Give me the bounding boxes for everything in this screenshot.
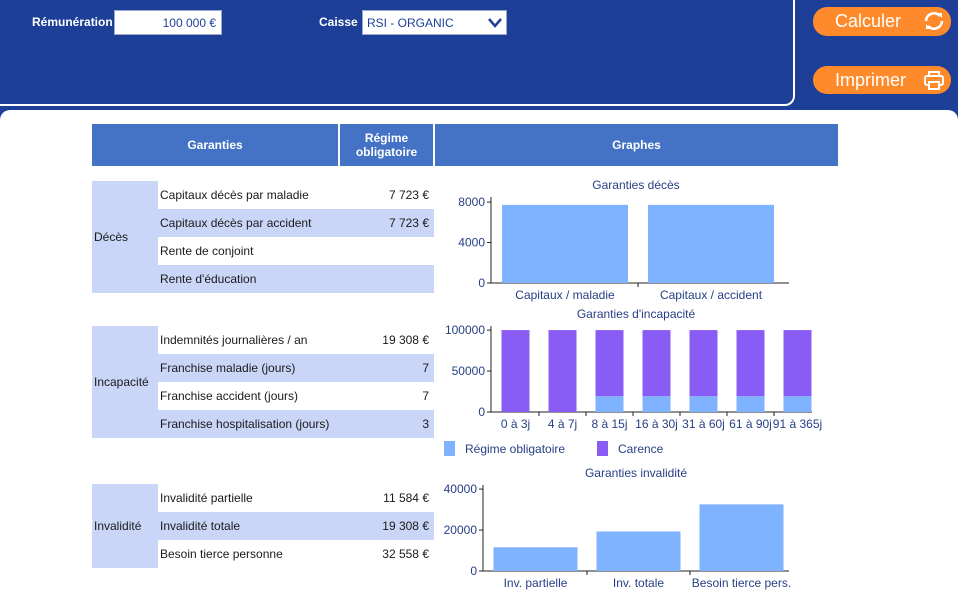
bar-carence (548, 330, 577, 412)
y-tick-label: 40000 (444, 482, 478, 496)
legend-label: Régime obligatoire (465, 442, 565, 456)
x-tick-label: Besoin tierce pers. (692, 576, 791, 590)
y-tick-label: 0 (478, 276, 485, 290)
bar-carence (736, 330, 765, 397)
y-tick-label: 0 (470, 564, 477, 578)
x-tick-label: Inv. totale (613, 576, 664, 590)
x-tick-label: 61 à 90j (729, 417, 772, 431)
x-tick-label: Capitaux / accident (660, 288, 763, 302)
bar-carence (689, 330, 718, 397)
x-tick-label: Inv. partielle (504, 576, 568, 590)
bar (699, 504, 784, 571)
chart-title: Garanties décès (592, 178, 679, 192)
chart-title: Garanties d'incapacité (577, 307, 696, 321)
chart-title: Garanties invalidité (585, 466, 687, 480)
bar (596, 531, 681, 571)
bar-regime (736, 396, 765, 412)
y-tick-label: 20000 (444, 523, 478, 537)
charts-area: Garanties décès 0 4000 8000 Capitaux / malad… (444, 178, 823, 590)
x-tick-label: 31 à 60j (682, 417, 725, 431)
y-tick-label: 0 (478, 405, 485, 419)
x-tick-label: 0 à 3j (501, 417, 530, 431)
bar-regime (689, 396, 718, 412)
bar-carence (595, 330, 624, 397)
bar-regime (642, 396, 671, 412)
legend-swatch (597, 441, 608, 456)
y-tick-label: 8000 (458, 195, 485, 209)
bar-carence (783, 330, 812, 397)
bar-carence (501, 330, 530, 412)
legend-swatch (444, 441, 455, 456)
bar-regime (595, 396, 624, 412)
bar (502, 204, 628, 283)
bar (493, 547, 578, 571)
x-tick-label: 16 à 30j (635, 417, 678, 431)
x-tick-label: 8 à 15j (591, 417, 627, 431)
x-tick-label: Capitaux / maladie (515, 288, 615, 302)
y-tick-label: 4000 (458, 236, 485, 250)
y-tick-label: 100000 (445, 323, 485, 337)
bar-carence (642, 330, 671, 397)
x-tick-label: 91 à 365j (773, 417, 822, 431)
bar (648, 204, 774, 283)
y-tick-label: 50000 (452, 364, 486, 378)
x-tick-label: 4 à 7j (548, 417, 577, 431)
bar-regime (783, 396, 812, 412)
legend-label: Carence (618, 442, 664, 456)
